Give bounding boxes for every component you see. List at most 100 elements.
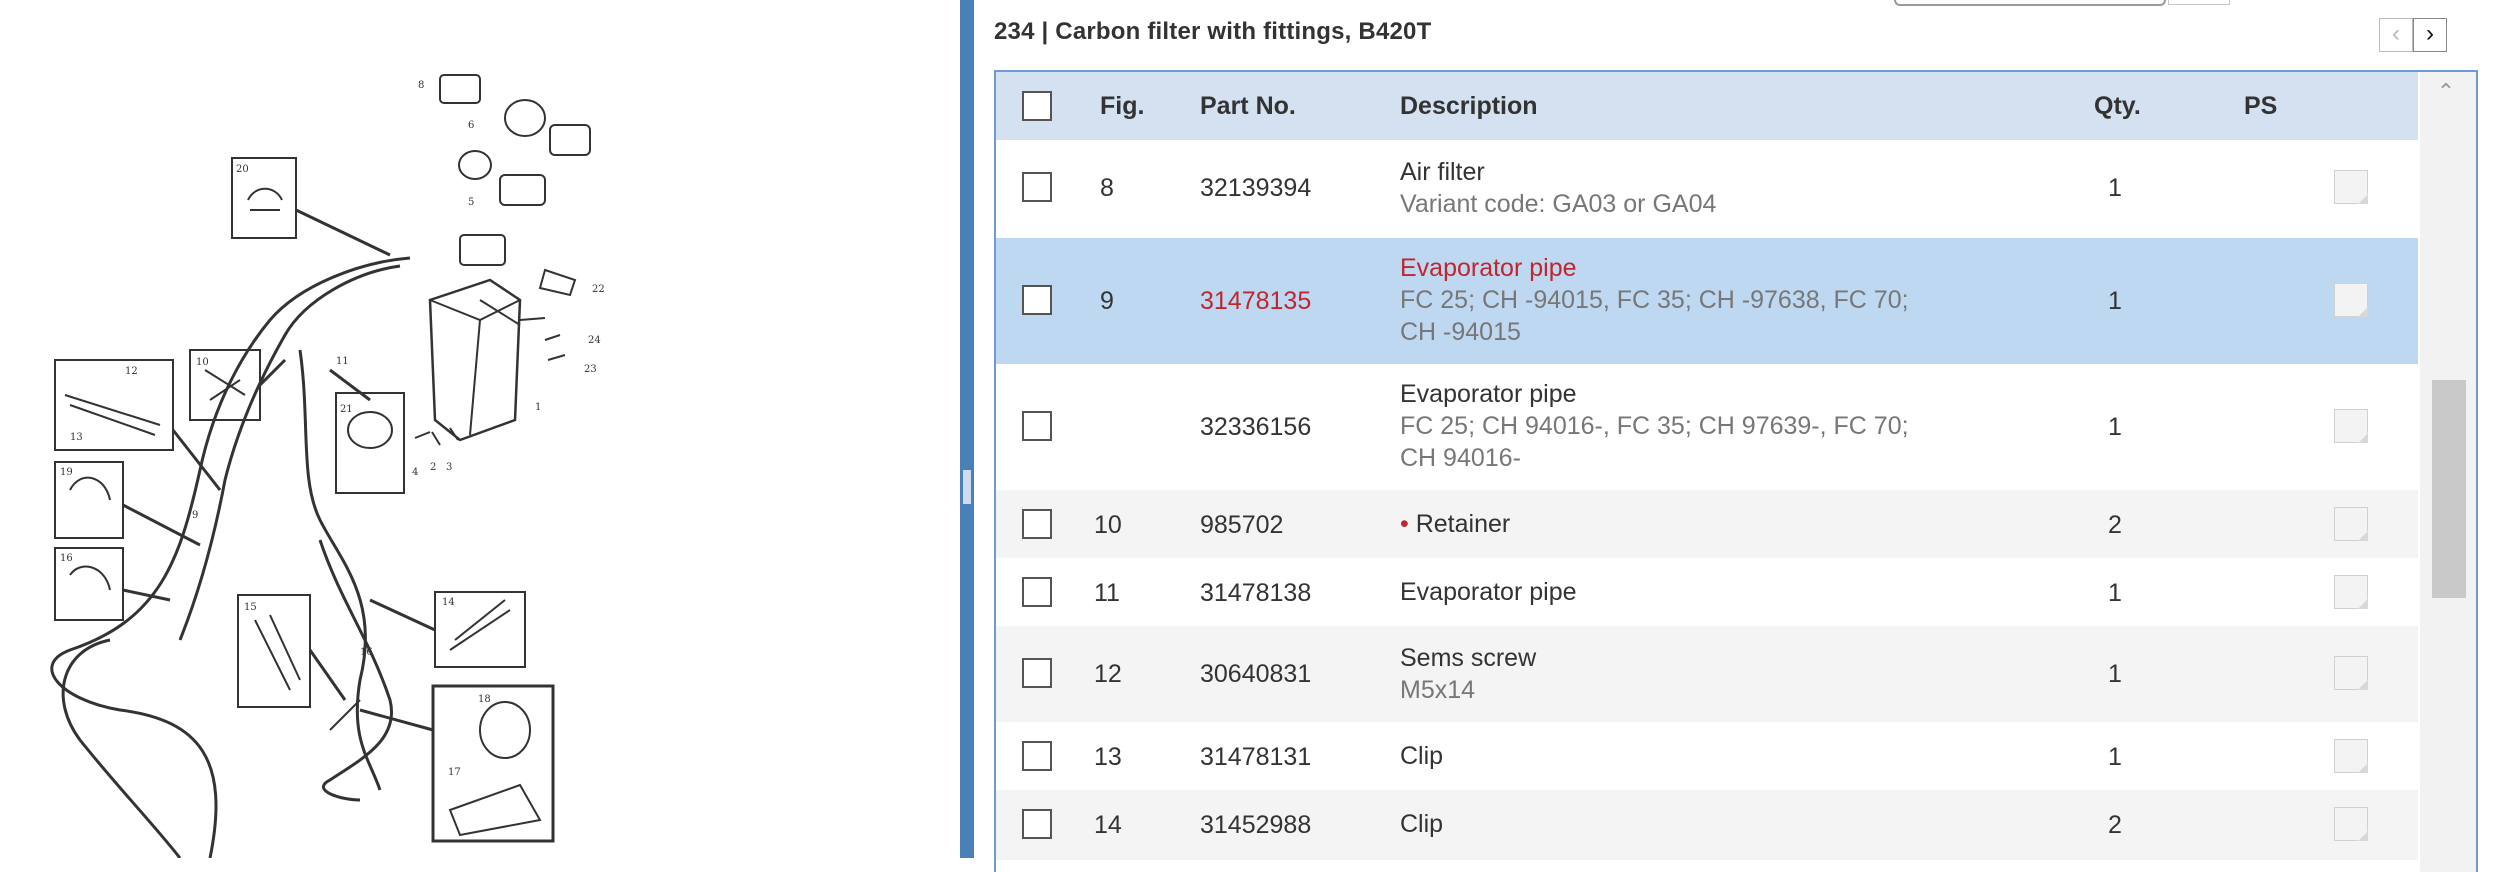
col-desc-header[interactable]: Description xyxy=(1400,92,1538,121)
splitter-handle-icon[interactable] xyxy=(963,470,971,504)
svg-text:12: 12 xyxy=(125,366,138,377)
note-icon[interactable] xyxy=(2334,656,2368,690)
table-row[interactable]: 13 31478131 Clip 1 xyxy=(996,722,2418,790)
description-detail: FC 25; CH -94015, FC 35; CH -97638, FC 7… xyxy=(1400,286,1909,314)
svg-text:2: 2 xyxy=(430,462,436,473)
description: Sems screw M5x14 xyxy=(1400,642,1536,706)
row-checkbox[interactable] xyxy=(1022,577,1052,607)
description-name: Clip xyxy=(1400,742,1444,770)
note-icon[interactable] xyxy=(2334,170,2368,204)
svg-text:9: 9 xyxy=(192,510,198,521)
part-number[interactable]: 31478138 xyxy=(1200,579,1311,608)
description: • Retainer xyxy=(1400,508,1510,540)
description-detail: CH 94016- xyxy=(1400,444,1521,472)
retainer-bullet: • xyxy=(1400,510,1416,538)
row-checkbox[interactable] xyxy=(1022,741,1052,771)
table-row[interactable]: 10 985702 • Retainer 2 xyxy=(996,490,2418,558)
description: Clip xyxy=(1400,808,1443,840)
svg-text:16: 16 xyxy=(360,647,373,658)
row-checkbox[interactable] xyxy=(1022,658,1052,688)
col-part-header[interactable]: Part No. xyxy=(1200,92,1296,121)
description-detail: CH -94015 xyxy=(1400,318,1521,346)
prev-group-button[interactable]: ‹ xyxy=(2379,18,2413,52)
scroll-up-icon[interactable]: ⌃ xyxy=(2434,80,2458,104)
col-fig-header[interactable]: Fig. xyxy=(1100,92,1144,121)
fig-cell: 12 xyxy=(1094,660,1122,688)
part-number[interactable]: 31478135 xyxy=(1200,287,1311,316)
table-row[interactable]: 11 31478138 Evaporator pipe 1 xyxy=(996,558,2418,626)
parts-table: Fig. Part No. Description Qty. PS 8 3213… xyxy=(994,70,2478,872)
col-ps-header[interactable]: PS xyxy=(2244,92,2277,121)
part-number[interactable]: 30640831 xyxy=(1200,660,1311,689)
svg-text:6: 6 xyxy=(468,120,474,131)
svg-text:16: 16 xyxy=(60,553,73,564)
part-number[interactable]: 31478131 xyxy=(1200,743,1311,772)
description: Clip xyxy=(1400,740,1443,772)
next-group-button[interactable]: › xyxy=(2413,18,2447,52)
description: Evaporator pipe FC 25; CH 94016-, FC 35;… xyxy=(1400,378,1909,474)
row-checkbox[interactable] xyxy=(1022,285,1052,315)
note-icon[interactable] xyxy=(2334,739,2368,773)
note-icon[interactable] xyxy=(2334,807,2368,841)
table-header: Fig. Part No. Description Qty. PS xyxy=(996,72,2418,140)
description-detail: FC 25; CH 94016-, FC 35; CH 97639-, FC 7… xyxy=(1400,412,1909,440)
exploded-parts-diagram: 865 201213 102111 191616 15 1418 172224 2… xyxy=(50,74,605,858)
table-scrollbar[interactable]: ⌃ xyxy=(2420,72,2476,872)
col-qty-header[interactable]: Qty. xyxy=(2094,92,2141,121)
qty-cell: 1 xyxy=(2108,743,2122,771)
part-number[interactable]: 985702 xyxy=(1200,511,1283,540)
table-row[interactable]: 14 31452988 Clip 2 xyxy=(996,790,2418,860)
row-checkbox[interactable] xyxy=(1022,809,1052,839)
part-number[interactable]: 32139394 xyxy=(1200,174,1311,203)
table-row-selected[interactable]: 9 31478135 Evaporator pipe FC 25; CH -94… xyxy=(996,238,2418,364)
scrollbar-thumb[interactable] xyxy=(2432,380,2466,598)
description-detail: M5x14 xyxy=(1400,676,1476,704)
qty-cell: 2 xyxy=(2108,811,2122,839)
description-name: Retainer xyxy=(1415,510,1511,538)
description-name: Clip xyxy=(1400,810,1444,838)
fig-cell: 8 xyxy=(1100,174,1114,202)
panel-splitter[interactable] xyxy=(960,0,974,858)
group-title: 234 | Carbon filter with fittings, B420T xyxy=(994,18,1432,45)
svg-text:24: 24 xyxy=(588,335,601,346)
table-row[interactable]: 8 32139394 Air filter Variant code: GA03… xyxy=(996,140,2418,236)
svg-text:21: 21 xyxy=(340,404,353,415)
table-row[interactable]: 32336156 Evaporator pipe FC 25; CH 94016… xyxy=(996,364,2418,490)
note-icon[interactable] xyxy=(2334,575,2368,609)
svg-text:18: 18 xyxy=(478,694,491,705)
note-icon[interactable] xyxy=(2334,283,2368,317)
search-button[interactable] xyxy=(2168,0,2230,5)
svg-text:23: 23 xyxy=(584,364,597,375)
svg-text:8: 8 xyxy=(418,80,424,91)
qty-cell: 1 xyxy=(2108,579,2122,607)
svg-text:10: 10 xyxy=(196,357,209,368)
row-checkbox[interactable] xyxy=(1022,411,1052,441)
qty-cell: 1 xyxy=(2108,660,2122,688)
description-detail: Variant code: GA03 or GA04 xyxy=(1400,190,1717,218)
part-number[interactable]: 32336156 xyxy=(1200,413,1311,442)
description: Evaporator pipe xyxy=(1400,576,1577,608)
table-row[interactable]: 12 30640831 Sems screw M5x14 1 xyxy=(996,626,2418,722)
description-name: Evaporator pipe xyxy=(1400,380,1577,408)
description-name: Sems screw xyxy=(1400,644,1537,672)
qty-cell: 1 xyxy=(2108,174,2122,202)
fig-cell: 13 xyxy=(1094,743,1122,771)
svg-text:1: 1 xyxy=(535,402,541,413)
parts-diagram[interactable]: 865 20 12 13 10 21 11 19 16 16 15 14 18 17 22 24 2… xyxy=(0,0,960,858)
part-number[interactable]: 31452988 xyxy=(1200,811,1311,840)
svg-text:11: 11 xyxy=(336,356,349,367)
note-icon[interactable] xyxy=(2334,507,2368,541)
svg-text:4: 4 xyxy=(412,467,418,478)
description-name: Air filter xyxy=(1400,158,1485,186)
note-icon[interactable] xyxy=(2334,409,2368,443)
row-checkbox[interactable] xyxy=(1022,509,1052,539)
svg-text:20: 20 xyxy=(236,164,249,175)
description: Evaporator pipe FC 25; CH -94015, FC 35;… xyxy=(1400,252,1909,348)
qty-cell: 1 xyxy=(2108,287,2122,315)
search-input[interactable] xyxy=(1894,0,2166,6)
row-checkbox[interactable] xyxy=(1022,172,1052,202)
svg-text:22: 22 xyxy=(592,284,605,295)
description: Air filter Variant code: GA03 or GA04 xyxy=(1400,156,1716,220)
svg-text:5: 5 xyxy=(468,197,474,208)
select-all-checkbox[interactable] xyxy=(1022,91,1052,121)
